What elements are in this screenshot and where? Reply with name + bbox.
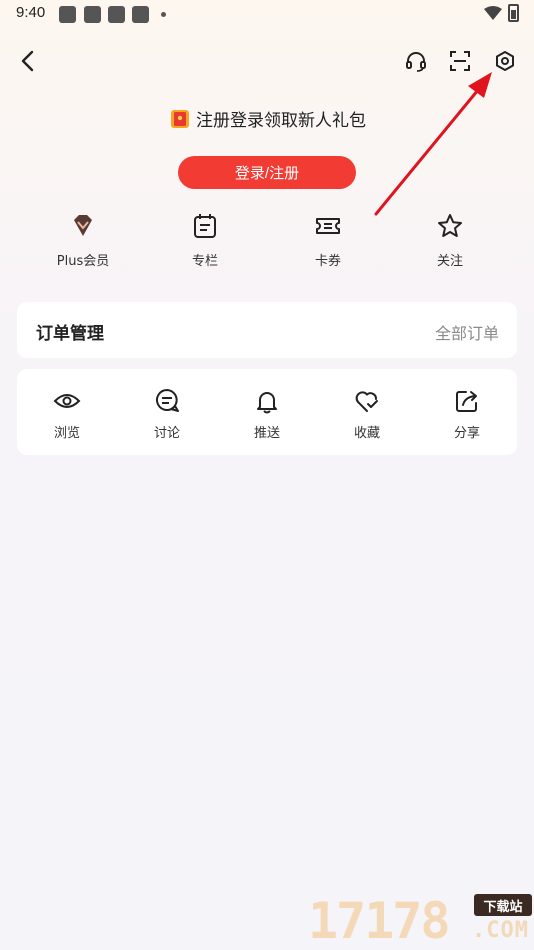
diamond-icon	[74, 215, 92, 236]
tool-label: 讨论	[153, 426, 180, 441]
notification-icon	[84, 6, 101, 23]
login-register-button[interactable]: 登录/注册	[178, 156, 356, 189]
more-notifications-dot	[161, 12, 166, 17]
watermark-badge: 下载站	[474, 894, 532, 916]
quick-link-label: 专栏	[191, 254, 218, 269]
quick-link-label: Plus会员	[56, 254, 110, 269]
tools-card: 浏览 讨论 推送 收藏 分享	[17, 369, 517, 455]
promo-text: 注册登录领取新人礼包	[196, 111, 366, 131]
settings-icon	[496, 51, 514, 71]
status-bar: 9:40	[0, 0, 534, 28]
order-management-card: 订单管理 全部订单	[17, 302, 517, 358]
tool-discussion[interactable]: 讨论	[127, 387, 207, 441]
quick-link-label: 卡券	[314, 254, 341, 269]
watermark-suffix: .COM	[472, 918, 529, 943]
annotation-arrow	[374, 72, 492, 216]
ticket-icon	[316, 218, 340, 234]
customer-service-button[interactable]	[400, 45, 432, 77]
quick-link-label: 关注	[436, 254, 463, 269]
settings-button[interactable]	[489, 45, 521, 77]
tool-share[interactable]: 分享	[427, 387, 507, 441]
tool-label: 推送	[253, 426, 280, 441]
status-time: 9:40	[16, 4, 46, 21]
tool-label: 分享	[453, 426, 480, 441]
tool-label: 浏览	[53, 426, 80, 441]
quick-link-coupons[interactable]: 卡券	[283, 212, 373, 269]
quick-link-plus-member[interactable]: Plus会员	[38, 212, 128, 269]
notification-icon	[132, 6, 149, 23]
calendar-note-icon	[194, 214, 216, 238]
eye-icon	[53, 394, 81, 408]
tool-label: 收藏	[353, 426, 380, 441]
tool-push[interactable]: 推送	[227, 387, 307, 441]
battery-icon	[508, 4, 519, 22]
order-title: 订单管理	[36, 324, 104, 344]
notification-icon	[108, 6, 125, 23]
heart-check-icon	[355, 391, 378, 412]
tool-favorites[interactable]: 收藏	[327, 387, 407, 441]
site-watermark: 17178 下载站 .COM	[308, 888, 534, 950]
scan-icon	[450, 51, 470, 71]
watermark-digits: 17178	[308, 892, 451, 950]
quick-link-column[interactable]: 专栏	[160, 212, 250, 269]
new-user-promo[interactable]: 注册登录领取新人礼包	[0, 106, 534, 131]
headset-icon	[406, 52, 426, 72]
back-button[interactable]	[12, 45, 44, 77]
chat-icon	[156, 389, 179, 412]
tool-history[interactable]: 浏览	[27, 387, 107, 441]
share-icon	[456, 391, 477, 412]
red-envelope-icon	[171, 109, 189, 128]
wifi-icon	[484, 6, 502, 20]
chevron-left-icon	[21, 50, 34, 72]
quick-link-follow[interactable]: 关注	[405, 212, 495, 269]
bell-icon	[257, 392, 277, 414]
scan-button[interactable]	[444, 45, 476, 77]
notification-icon	[59, 6, 76, 23]
quick-links: Plus会员 专栏 卡券 关注	[0, 212, 534, 274]
all-orders-link[interactable]: 全部订单	[435, 320, 499, 344]
star-icon	[438, 214, 462, 237]
